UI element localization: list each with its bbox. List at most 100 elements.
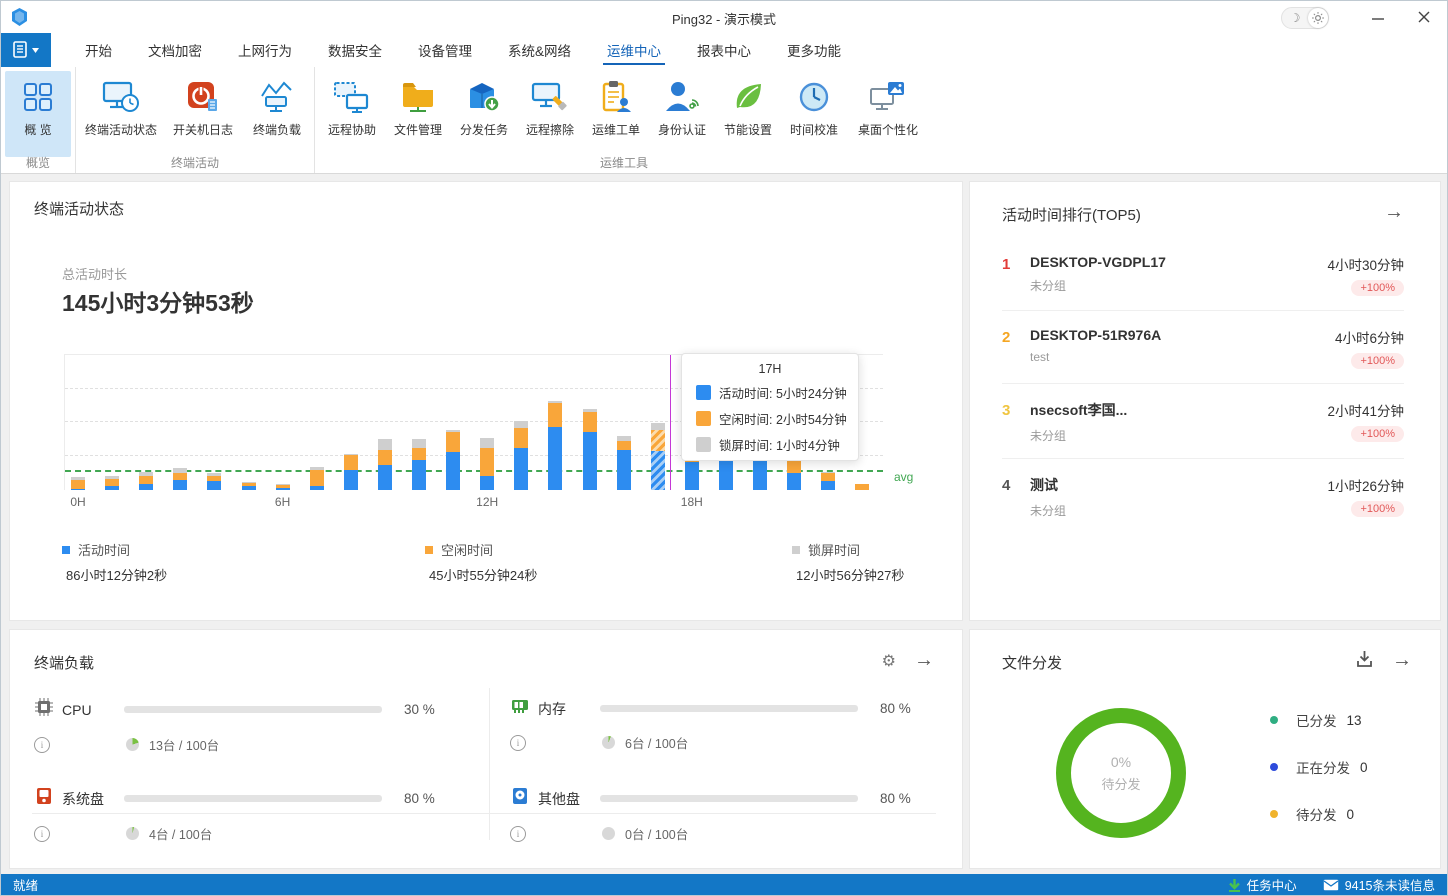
bar-14H[interactable]	[548, 401, 562, 490]
terminal-load-button[interactable]: 终端负载	[244, 71, 310, 157]
ribbon-group-overview: 概 览 概览	[1, 67, 76, 173]
desktop-personalize-button[interactable]: 桌面个性化	[847, 71, 929, 157]
bar-22H[interactable]	[821, 472, 835, 490]
tab-data-security[interactable]: 数据安全	[310, 33, 400, 67]
system-disk-count: 4台 / 100台	[149, 824, 212, 843]
memory-icon	[510, 698, 530, 719]
remote-assist-button[interactable]: 远程协助	[319, 71, 385, 157]
bar-2H[interactable]	[139, 472, 153, 490]
info-icon[interactable]: i	[34, 737, 50, 753]
time-sync-button[interactable]: 时间校准	[781, 71, 847, 157]
bar-segment-空闲时间	[105, 479, 119, 486]
bar-8H[interactable]	[344, 454, 358, 490]
ribbon-group-terminal-activity: 终端活动状态 开关机日志 终端负载 终端活动	[76, 67, 315, 173]
load-grid: CPU 30 % i 13台 / 100台 内存 80 %	[10, 680, 962, 858]
legend-distributing: 正在分发0	[1270, 757, 1368, 777]
tab-web-behavior[interactable]: 上网行为	[220, 33, 310, 67]
bar-1H[interactable]	[105, 476, 119, 490]
tab-device-mgmt[interactable]: 设备管理	[400, 33, 490, 67]
tooltip-hour: 17H	[682, 362, 858, 376]
bar-segment-空闲时间	[139, 476, 153, 484]
memory-count: 6台 / 100台	[625, 733, 688, 752]
distribution-more-arrow-icon[interactable]: →	[1392, 650, 1412, 670]
growth-badge: +100%	[1351, 501, 1404, 517]
power-log-button[interactable]: 开关机日志	[162, 71, 244, 157]
bar-5H[interactable]	[242, 482, 256, 490]
terminal-group: 未分组	[1030, 427, 1327, 444]
task-center-button[interactable]: 任务中心	[1228, 875, 1297, 894]
legend-active-time: 活动时间 86小时12分钟2秒	[62, 540, 167, 584]
bar-13H[interactable]	[514, 421, 528, 490]
ranking-more-arrow-icon[interactable]: →	[1384, 202, 1404, 222]
terminal-name: nsecsoft李国...	[1030, 400, 1327, 420]
activity-panel-title: 终端活动状态	[34, 198, 124, 219]
monitor-chart-icon	[258, 77, 296, 117]
ribbon-group-ops-tools: 远程协助 文件管理 分发任务 远程擦除	[315, 67, 933, 173]
terminal-activity-status-button[interactable]: 终端活动状态	[80, 71, 162, 157]
bar-15H[interactable]	[583, 409, 597, 490]
bar-segment-活动时间	[651, 451, 665, 490]
group-label-terminal-activity: 终端活动	[76, 154, 314, 171]
bar-0H[interactable]	[71, 477, 85, 490]
info-icon[interactable]: i	[510, 735, 526, 751]
growth-badge: +100%	[1351, 426, 1404, 442]
idle-time-swatch	[696, 411, 711, 426]
info-icon[interactable]: i	[34, 826, 50, 842]
minimize-button[interactable]	[1355, 1, 1401, 33]
work-order-button[interactable]: 运维工单	[583, 71, 649, 157]
info-icon[interactable]: i	[510, 826, 526, 842]
identity-auth-button[interactable]: 身份认证	[649, 71, 715, 157]
overview-grid-icon	[22, 77, 54, 117]
bar-17H[interactable]	[651, 423, 665, 490]
tab-doc-encrypt[interactable]: 文档加密	[130, 33, 220, 67]
ranking-item-2[interactable]: 2 DESKTOP-51R976Atest 4小时6分钟+100%	[1002, 311, 1404, 384]
app-window: Ping32 - 演示模式 ☽ 开始 文档加密 上网行为 数据安全 设备管理 系…	[0, 0, 1448, 896]
active-time-swatch	[696, 385, 711, 400]
legend-distributed: 已分发13	[1270, 710, 1368, 730]
tab-start[interactable]: 开始	[67, 33, 130, 67]
ranking-item-3[interactable]: 3 nsecsoft李国...未分组 2小时41分钟+100%	[1002, 384, 1404, 459]
tooltip-active-time: 活动时间: 5小时24分钟	[719, 383, 847, 402]
pending-dot-icon	[1270, 810, 1278, 818]
bar-10H[interactable]	[412, 439, 426, 490]
unread-messages-button[interactable]: 9415条未读信息	[1323, 875, 1435, 894]
ranking-item-1[interactable]: 1 DESKTOP-VGDPL17未分组 4小时30分钟+100%	[1002, 238, 1404, 311]
overview-button[interactable]: 概 览	[5, 71, 71, 157]
bar-11H[interactable]	[446, 430, 460, 490]
theme-toggle[interactable]: ☽	[1281, 7, 1329, 29]
menu-tabs: 开始 文档加密 上网行为 数据安全 设备管理 系统&网络 运维中心 报表中心 更…	[67, 33, 859, 67]
ranking-item-4[interactable]: 4 测试未分组 1小时26分钟+100%	[1002, 459, 1404, 533]
remote-wipe-button[interactable]: 远程擦除	[517, 71, 583, 157]
bar-segment-活动时间	[344, 470, 358, 490]
load-more-arrow-icon[interactable]: →	[914, 650, 934, 670]
bar-3H[interactable]	[173, 468, 187, 490]
bar-6H[interactable]	[276, 484, 290, 490]
light-mode-icon[interactable]	[1308, 8, 1328, 28]
tab-system-network[interactable]: 系统&网络	[490, 33, 589, 67]
close-button[interactable]	[1401, 1, 1447, 33]
energy-settings-button[interactable]: 节能设置	[715, 71, 781, 157]
dark-mode-icon[interactable]: ☽	[1282, 9, 1308, 27]
bar-4H[interactable]	[207, 473, 221, 490]
distribute-task-button[interactable]: 分发任务	[451, 71, 517, 157]
memory-mini-pie-icon	[602, 736, 615, 749]
bar-12H[interactable]	[480, 438, 494, 490]
activity-chart-plot[interactable]: 17H 活动时间: 5小时24分钟 空闲时间: 2小时54分钟 锁屏时间: 1小…	[64, 354, 883, 490]
activity-time: 4小时6分钟	[1335, 327, 1404, 347]
task-center-label: 任务中心	[1247, 875, 1297, 894]
tab-more-features[interactable]: 更多功能	[769, 33, 859, 67]
bar-16H[interactable]	[617, 436, 631, 490]
distribute-download-icon[interactable]	[1355, 650, 1374, 674]
bar-9H[interactable]	[378, 439, 392, 490]
tab-ops-center[interactable]: 运维中心	[589, 33, 679, 67]
app-menu-button[interactable]	[1, 33, 51, 67]
file-manage-button[interactable]: 文件管理	[385, 71, 451, 157]
load-settings-gear-icon[interactable]: ⚙	[882, 651, 896, 671]
bar-23H[interactable]	[855, 484, 869, 490]
active-legend-swatch	[62, 546, 70, 554]
tab-report-center[interactable]: 报表中心	[679, 33, 769, 67]
bar-segment-活动时间	[310, 486, 324, 490]
bar-7H[interactable]	[310, 467, 324, 490]
terminal-load-label: 终端负载	[253, 121, 301, 138]
total-activity-value: 145小时3分钟53秒	[62, 284, 254, 318]
